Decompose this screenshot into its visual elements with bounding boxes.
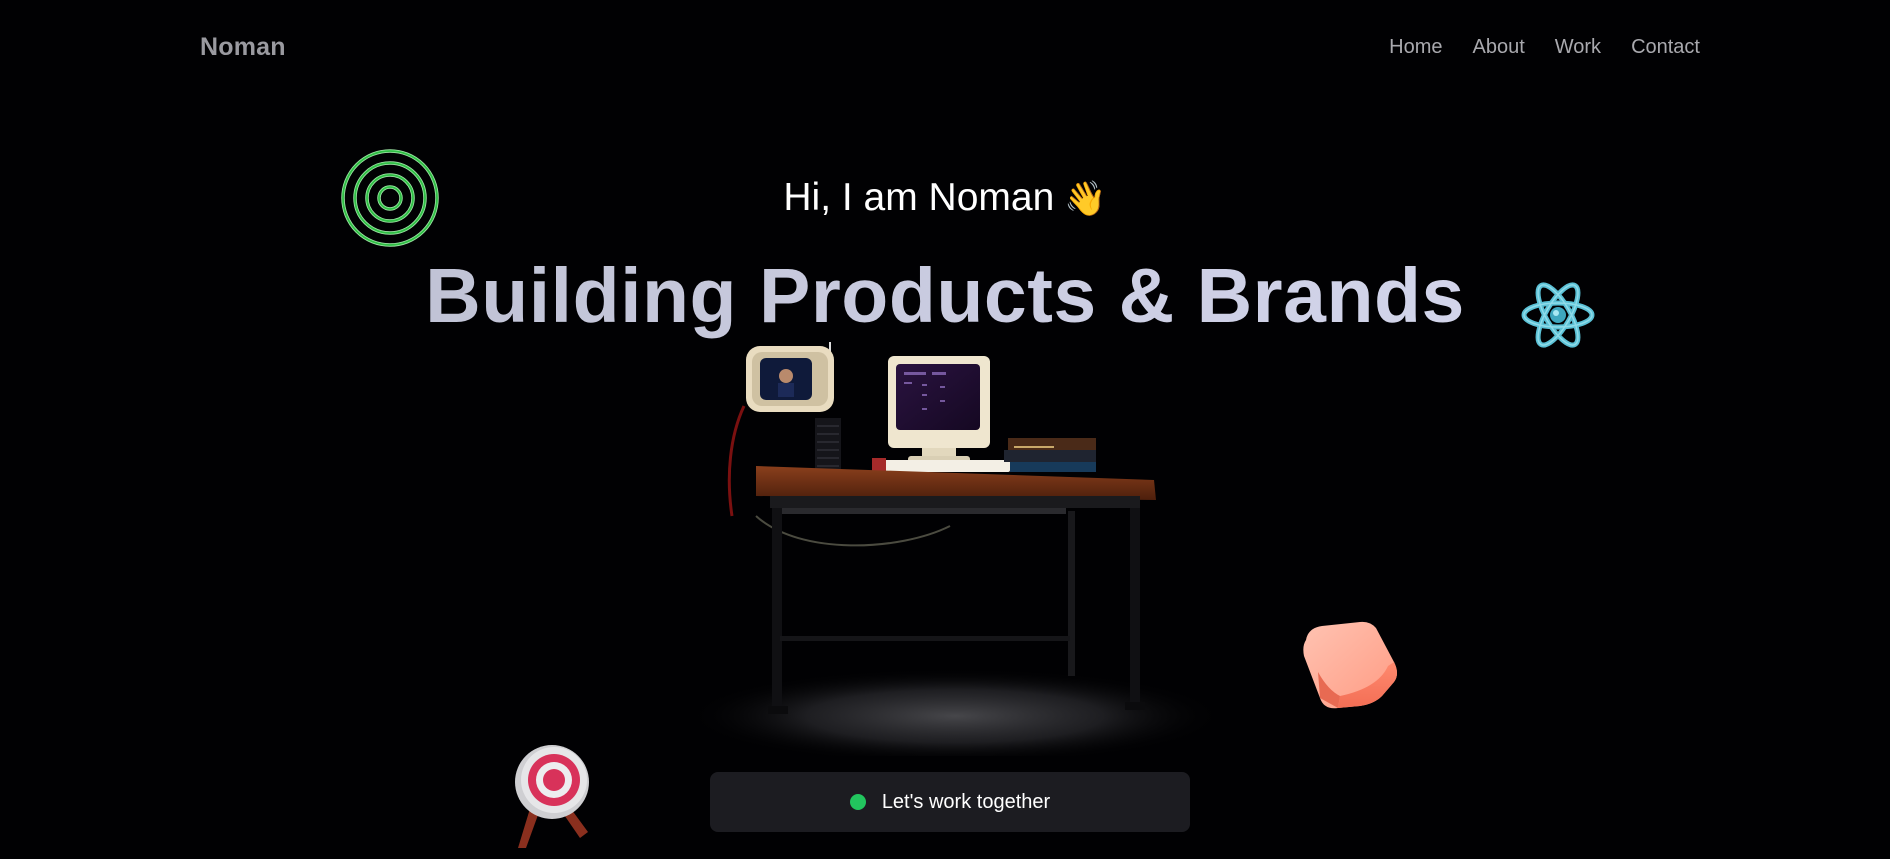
status-dot-icon (849, 794, 866, 810)
nav-link-about[interactable]: About (1472, 36, 1524, 59)
nav-link-work[interactable]: Work (1555, 36, 1601, 59)
navbar: Noman Home About Work Contact (0, 0, 1890, 96)
archery-target-icon (515, 745, 589, 848)
waving-hand-icon: 👋 (1064, 180, 1107, 218)
nav-menu: Home About Work Contact (1389, 36, 1700, 59)
retro-computer-desk (685, 342, 1220, 756)
greeting-text: Hi, I am Noman (783, 176, 1055, 219)
cta-label: Let's work together (881, 790, 1051, 813)
logo[interactable]: Noman (200, 33, 286, 62)
hero-headline: Building Products & Brands (0, 252, 1890, 341)
nav-link-home[interactable]: Home (1389, 36, 1442, 59)
react-atom-icon (1521, 282, 1595, 348)
hero-greeting: Hi, I am Noman 👋 (0, 176, 1890, 220)
lets-work-together-button[interactable]: Let's work together (710, 772, 1190, 832)
nav-link-contact[interactable]: Contact (1631, 36, 1700, 59)
coral-cube-icon (1303, 621, 1397, 709)
